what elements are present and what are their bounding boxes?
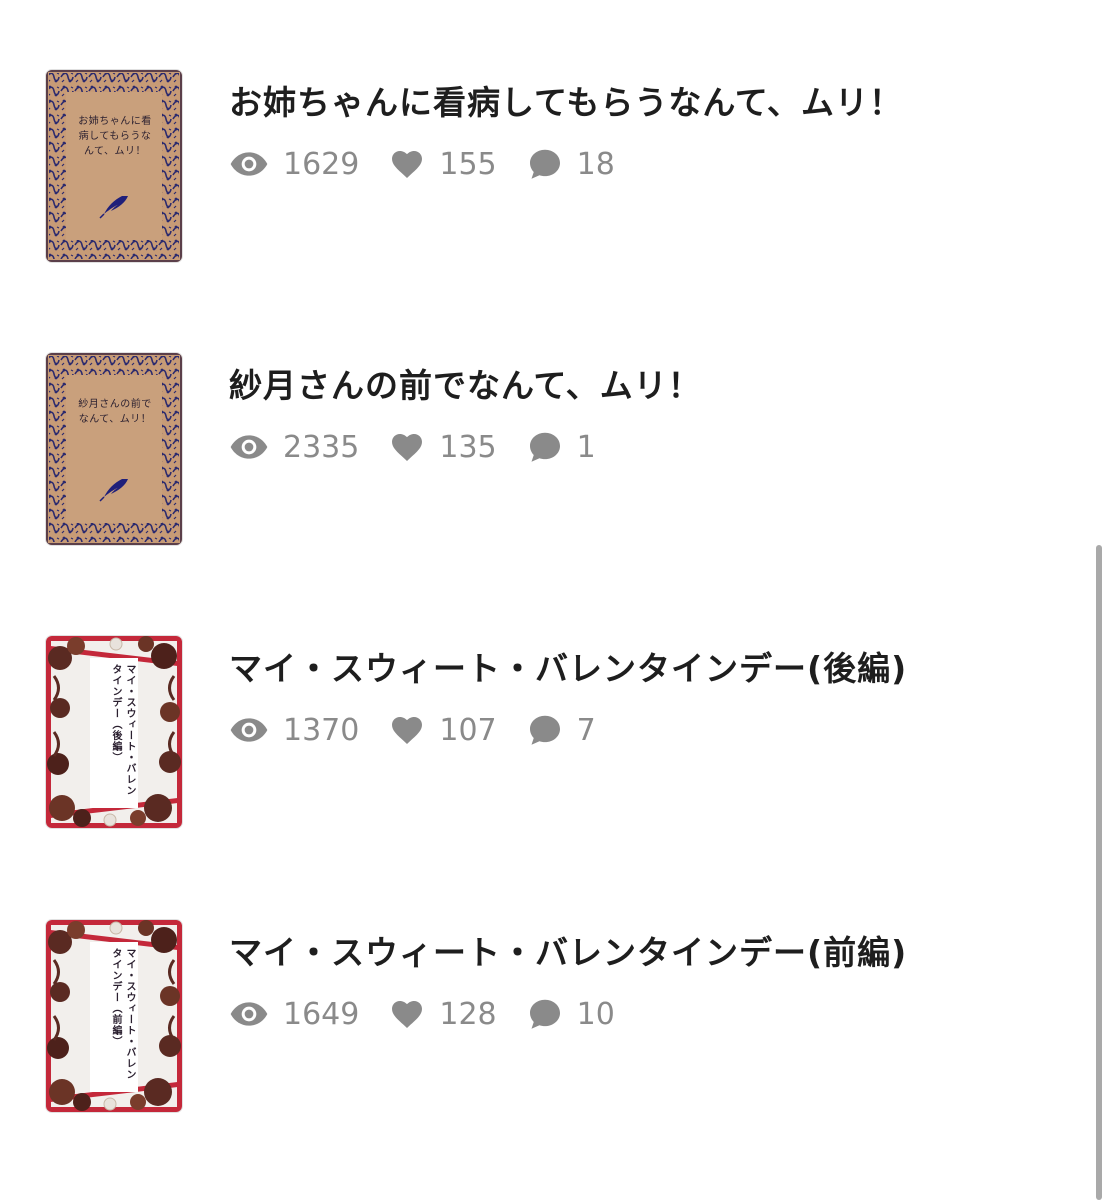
work-list-item[interactable]: 紗月さんの前でなんて、ムリ！ 紗月さんの前でなんて、ムリ！ 2335 135 1 [0, 353, 1090, 553]
eye-icon [229, 710, 269, 750]
like-count: 128 [389, 996, 497, 1032]
like-count: 107 [389, 712, 497, 748]
work-list-item[interactable]: マイ・スウィート・バレンタインデー（後編） マイ・スウィート・バレンタインデー(… [0, 636, 1090, 836]
cover-thumbnail[interactable]: マイ・スウィート・バレンタインデー（前編） [46, 920, 182, 1112]
like-count-value: 155 [439, 146, 497, 182]
work-list-item[interactable]: マイ・スウィート・バレンタインデー（前編） マイ・スウィート・バレンタインデー(… [0, 920, 1090, 1120]
heart-icon [389, 996, 425, 1032]
work-stats: 1370 107 7 [229, 708, 596, 752]
work-list: お姉ちゃんに看病してもらうなんて、ムリ！ お姉ちゃんに看病してもらうなんて、ムリ… [0, 0, 1110, 1200]
work-title[interactable]: マイ・スウィート・バレンタインデー(後編) [229, 642, 907, 690]
comment-count-value: 7 [576, 712, 596, 748]
cover-thumbnail[interactable]: マイ・スウィート・バレンタインデー（後編） [46, 636, 182, 828]
comment-count-value: 18 [576, 146, 615, 182]
view-count: 1649 [229, 994, 359, 1034]
eye-icon [229, 427, 269, 467]
view-count: 1370 [229, 710, 359, 750]
heart-icon [389, 146, 425, 182]
cover-title-text: マイ・スウィート・バレンタインデー（前編） [110, 948, 135, 1080]
comment-count: 10 [527, 996, 615, 1032]
comment-count: 1 [527, 429, 596, 465]
comment-count: 7 [527, 712, 596, 748]
speech-bubble-icon [527, 429, 563, 465]
work-title[interactable]: お姉ちゃんに看病してもらうなんて、ムリ！ [229, 76, 903, 124]
work-stats: 2335 135 1 [229, 425, 596, 469]
heart-icon [389, 429, 425, 465]
work-title[interactable]: 紗月さんの前でなんて、ムリ！ [229, 359, 702, 407]
cover-title-text: マイ・スウィート・バレンタインデー（後編） [110, 664, 135, 796]
work-list-item[interactable]: お姉ちゃんに看病してもらうなんて、ムリ！ お姉ちゃんに看病してもらうなんて、ムリ… [0, 70, 1090, 270]
like-count-value: 135 [439, 429, 497, 465]
work-stats: 1649 128 10 [229, 992, 615, 1036]
comment-count-value: 1 [576, 429, 596, 465]
like-count: 155 [389, 146, 497, 182]
view-count-value: 1649 [283, 996, 360, 1032]
eye-icon [229, 144, 269, 184]
work-title[interactable]: マイ・スウィート・バレンタインデー(前編) [229, 926, 907, 974]
scrollbar[interactable] [1096, 545, 1102, 1200]
work-stats: 1629 155 18 [229, 142, 615, 186]
cover-thumbnail[interactable]: 紗月さんの前でなんて、ムリ！ [46, 353, 182, 545]
eye-icon [229, 994, 269, 1034]
speech-bubble-icon [527, 996, 563, 1032]
view-count-value: 2335 [283, 429, 360, 465]
speech-bubble-icon [527, 712, 563, 748]
view-count: 2335 [229, 427, 359, 467]
like-count-value: 107 [439, 712, 497, 748]
cover-title-text: お姉ちゃんに看病してもらうなんて、ムリ！ [78, 116, 152, 157]
like-count: 135 [389, 429, 497, 465]
speech-bubble-icon [527, 146, 563, 182]
view-count: 1629 [229, 144, 359, 184]
cover-title-text: 紗月さんの前でなんて、ムリ！ [78, 399, 152, 425]
cover-thumbnail[interactable]: お姉ちゃんに看病してもらうなんて、ムリ！ [46, 70, 182, 262]
like-count-value: 128 [439, 996, 497, 1032]
heart-icon [389, 712, 425, 748]
view-count-value: 1629 [283, 146, 360, 182]
comment-count: 18 [527, 146, 615, 182]
view-count-value: 1370 [283, 712, 360, 748]
comment-count-value: 10 [576, 996, 615, 1032]
